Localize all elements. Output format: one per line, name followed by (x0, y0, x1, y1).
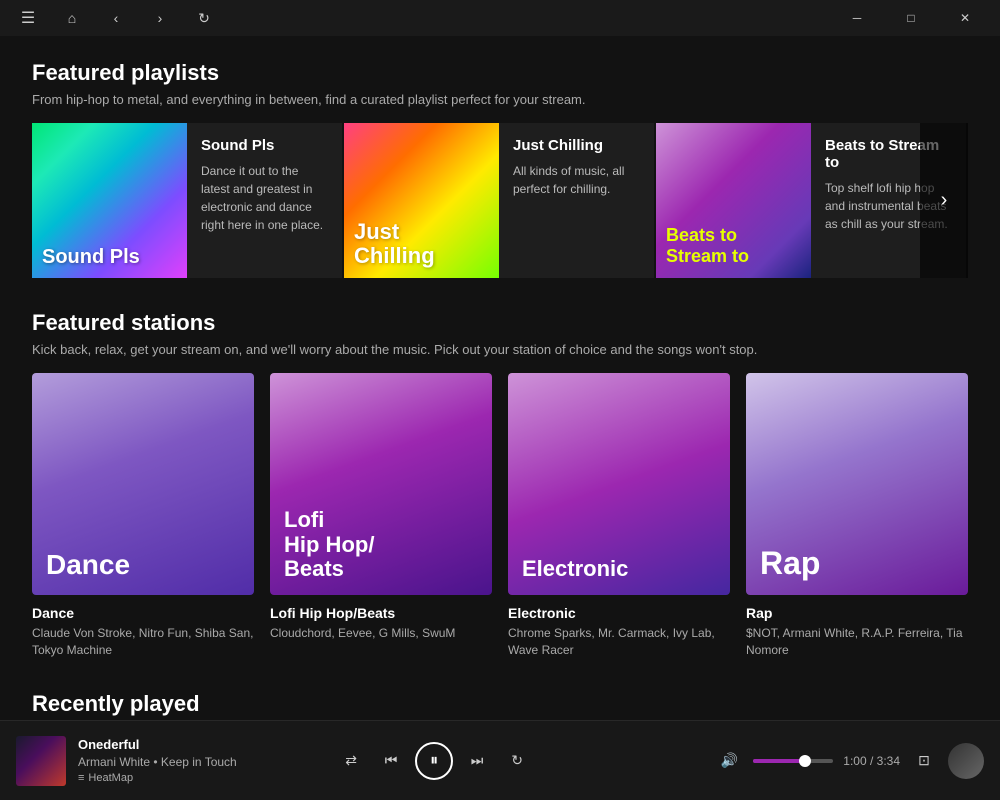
minimize-button[interactable]: ─ (834, 0, 880, 36)
player-bar: Onederful Armani White • Keep in Touch ≡… (0, 720, 1000, 800)
station-card-lofi[interactable]: LofiHip Hop/Beats Lofi Hip Hop/Beats Clo… (270, 373, 492, 659)
station-card-dance[interactable]: Dance Dance Claude Von Stroke, Nitro Fun… (32, 373, 254, 659)
station-artists-dance: Claude Von Stroke, Nitro Fun, Shiba San,… (32, 625, 254, 659)
station-label-electronic: Electronic (522, 557, 628, 581)
playlist-thumb-just-chilling: JustChilling (344, 123, 499, 278)
recently-played-section: Recently played Your listening history f… (32, 691, 968, 720)
station-name-rap: Rap (746, 605, 968, 621)
close-button[interactable]: ✕ (942, 0, 988, 36)
hamburger-menu-button[interactable]: ☰ (12, 2, 44, 34)
playlist-info-sound-pls: Sound Pls Dance it out to the latest and… (187, 123, 342, 278)
station-card-electronic[interactable]: Electronic Electronic Chrome Sparks, Mr.… (508, 373, 730, 659)
player-track-name: Onederful (78, 737, 238, 752)
station-card-rap[interactable]: Rap Rap $NOT, Armani White, R.A.P. Ferre… (746, 373, 968, 659)
playlists-row: Sound Pls Sound Pls Dance it out to the … (32, 123, 968, 278)
titlebar-controls: ─ □ ✕ (834, 0, 988, 36)
featured-playlists-title: Featured playlists (32, 60, 968, 86)
playlist-icon: ≡ (78, 772, 84, 784)
main-content: Featured playlists From hip-hop to metal… (0, 36, 1000, 720)
station-artists-lofi: Cloudchord, Eevee, G Mills, SwuM (270, 625, 492, 642)
playlist-thumb-sound-pls: Sound Pls (32, 123, 187, 278)
volume-icon[interactable]: 🔊 (715, 747, 743, 775)
carousel-next-button[interactable]: › (920, 123, 968, 278)
station-thumb-electronic: Electronic (508, 373, 730, 595)
volume-fill (753, 759, 805, 763)
station-thumb-lofi: LofiHip Hop/Beats (270, 373, 492, 595)
featured-stations-title: Featured stations (32, 310, 968, 336)
back-button[interactable]: ‹ (100, 2, 132, 34)
station-artists-rap: $NOT, Armani White, R.A.P. Ferreira, Tia… (746, 625, 968, 659)
playlist-name-just-chilling: Just Chilling (513, 137, 640, 154)
play-pause-button[interactable]: ⏸ (415, 742, 453, 780)
station-name-dance: Dance (32, 605, 254, 621)
featured-playlists-section: Featured playlists From hip-hop to metal… (32, 60, 968, 278)
time-display: 1:00 / 3:34 (843, 754, 900, 768)
playlist-thumb-label-sound-pls: Sound Pls (42, 246, 140, 268)
playlist-name-sound-pls: Sound Pls (201, 137, 328, 154)
recently-played-title: Recently played (32, 691, 968, 717)
playlist-info-just-chilling: Just Chilling All kinds of music, all pe… (499, 123, 654, 278)
next-button[interactable]: ⏭ (461, 745, 493, 777)
player-track-artist: Armani White • Keep in Touch (78, 755, 238, 769)
player-track-info: Onederful Armani White • Keep in Touch ≡… (78, 737, 238, 784)
station-thumb-dance: Dance (32, 373, 254, 595)
home-button[interactable]: ⌂ (56, 2, 88, 34)
station-label-dance: Dance (46, 550, 130, 581)
playlist-desc-just-chilling: All kinds of music, all perfect for chil… (513, 162, 640, 198)
player-controls: ⇄ ⏮ ⏸ ⏭ ↻ (335, 742, 533, 780)
forward-button[interactable]: › (144, 2, 176, 34)
prev-button[interactable]: ⏮ (375, 745, 407, 777)
playlists-container: Sound Pls Sound Pls Dance it out to the … (32, 123, 968, 278)
playlist-card-just-chilling[interactable]: JustChilling Just Chilling All kinds of … (344, 123, 654, 278)
playlist-thumb-beats-stream: Beats toStream to (656, 123, 811, 278)
repeat-button[interactable]: ↻ (501, 745, 533, 777)
maximize-button[interactable]: □ (888, 0, 934, 36)
refresh-button[interactable]: ↻ (188, 2, 220, 34)
playlist-thumb-label-beats-stream: Beats toStream to (666, 225, 749, 268)
player-album-art-inner (16, 736, 66, 786)
featured-playlists-subtitle: From hip-hop to metal, and everything in… (32, 92, 968, 107)
station-thumb-rap: Rap (746, 373, 968, 595)
volume-bar[interactable] (753, 759, 833, 763)
playlist-thumb-label-just-chilling: JustChilling (354, 220, 435, 268)
station-name-lofi: Lofi Hip Hop/Beats (270, 605, 492, 621)
station-label-rap: Rap (760, 546, 820, 581)
featured-stations-section: Featured stations Kick back, relax, get … (32, 310, 968, 659)
player-playlist-name: HeatMap (88, 772, 133, 784)
player-avatar[interactable] (948, 743, 984, 779)
playlist-card-sound-pls[interactable]: Sound Pls Sound Pls Dance it out to the … (32, 123, 342, 278)
pip-button[interactable]: ⊡ (910, 747, 938, 775)
station-label-lofi: LofiHip Hop/Beats (284, 508, 374, 581)
player-track-playlist[interactable]: ≡ HeatMap (78, 772, 238, 784)
titlebar: ☰ ⌂ ‹ › ↻ ─ □ ✕ (0, 0, 1000, 36)
shuffle-button[interactable]: ⇄ (335, 745, 367, 777)
station-name-electronic: Electronic (508, 605, 730, 621)
titlebar-left: ☰ ⌂ ‹ › ↻ (12, 2, 220, 34)
chevron-right-icon: › (941, 189, 948, 212)
station-artists-electronic: Chrome Sparks, Mr. Carmack, Ivy Lab, Wav… (508, 625, 730, 659)
featured-stations-subtitle: Kick back, relax, get your stream on, an… (32, 342, 968, 357)
player-right: 🔊 1:00 / 3:34 ⊡ (715, 743, 984, 779)
stations-row: Dance Dance Claude Von Stroke, Nitro Fun… (32, 373, 968, 659)
playlist-desc-sound-pls: Dance it out to the latest and greatest … (201, 162, 328, 234)
player-album-art (16, 736, 66, 786)
volume-knob[interactable] (799, 755, 811, 767)
